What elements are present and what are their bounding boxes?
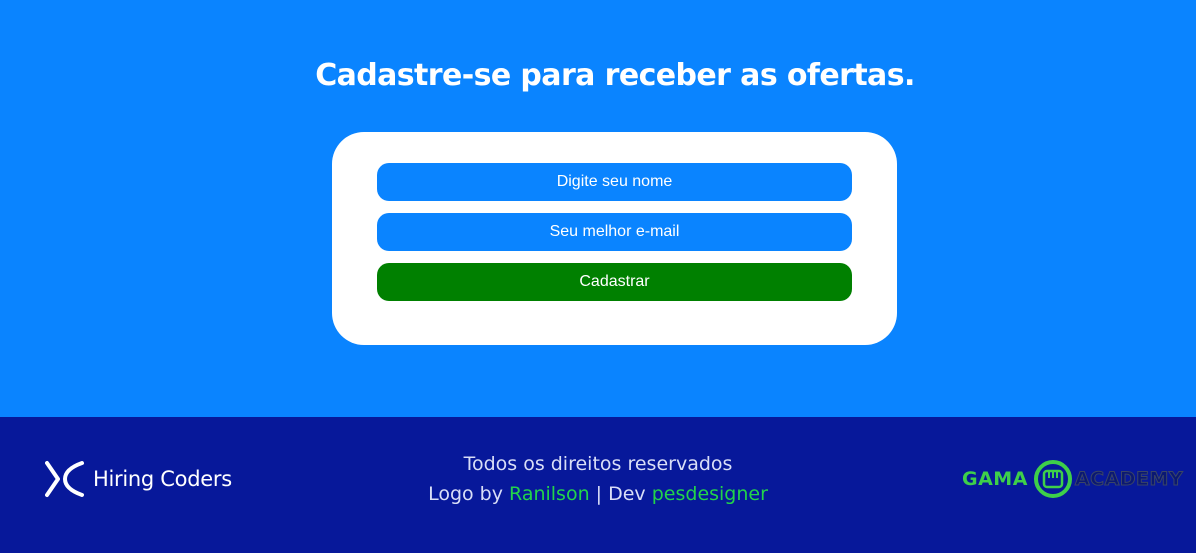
rights-text: Todos os direitos reservados bbox=[463, 453, 733, 475]
signup-section: Cadastre-se para receber as ofertas. Cad… bbox=[0, 0, 1196, 417]
dev-separator: | Dev bbox=[595, 483, 646, 505]
submit-button[interactable]: Cadastrar bbox=[377, 263, 852, 301]
hiring-coders-logo: Hiring Coders bbox=[45, 460, 232, 498]
credits-line: Logo by Ranilson | Dev pesdesigner bbox=[398, 479, 798, 509]
logo-by-label: Logo by bbox=[428, 483, 503, 505]
name-input[interactable] bbox=[377, 163, 852, 201]
signup-heading: Cadastre-se para receber as ofertas. bbox=[315, 58, 915, 93]
logo-author-link[interactable]: Ranilson bbox=[509, 483, 590, 505]
hiring-coders-mark-icon bbox=[45, 461, 84, 497]
signup-form: Cadastrar bbox=[332, 132, 897, 345]
footer-credits: Todos os direitos reservados Logo by Ran… bbox=[398, 449, 798, 509]
gama-fist-icon bbox=[1033, 460, 1072, 498]
dev-author-link[interactable]: pesdesigner bbox=[652, 483, 768, 505]
academy-word: ACADEMY bbox=[1074, 468, 1184, 491]
gama-academy-logo: GAMA ACADEMY bbox=[962, 458, 1183, 500]
email-input[interactable] bbox=[377, 213, 852, 251]
gama-word: GAMA bbox=[962, 468, 1028, 490]
hiring-coders-name: Hiring Coders bbox=[93, 467, 232, 491]
